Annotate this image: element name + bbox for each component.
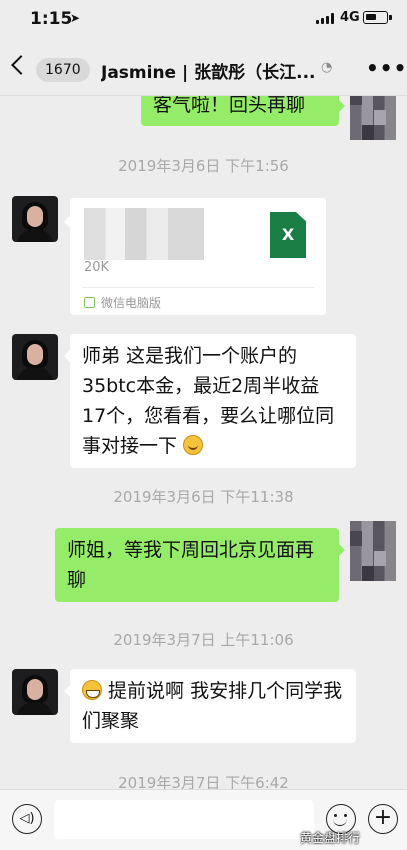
grin-emoji-icon	[82, 680, 102, 700]
network-type: 4G	[340, 10, 360, 25]
voice-input-button[interactable]: ◁)	[12, 804, 42, 834]
location-arrow-icon: ➤	[70, 11, 81, 25]
ear-icon: ◔	[321, 60, 333, 75]
contact-avatar[interactable]	[12, 669, 58, 715]
divider	[82, 287, 314, 288]
signal-icon	[316, 13, 336, 24]
message-bubble-outgoing[interactable]: 客气啦！回头再聊	[141, 96, 345, 126]
self-avatar[interactable]	[350, 521, 396, 581]
self-avatar[interactable]	[350, 96, 396, 140]
message-timestamp: 2019年3月6日 下午11:38	[113, 488, 294, 506]
chat-header: 1670 Jasmine | 张歆彤（长江... ◔ •••	[0, 38, 407, 96]
contact-avatar[interactable]	[12, 334, 58, 380]
chat-title: Jasmine | 张歆彤（长江...	[101, 63, 316, 83]
message-input[interactable]	[54, 800, 314, 839]
chat-area[interactable]: 客气啦！回头再聊 2019年3月6日 下午1:56 20K X 微信电脑版 师弟…	[0, 96, 407, 789]
file-size: 20K	[84, 260, 110, 275]
pc-icon	[84, 297, 95, 308]
message-timestamp: 2019年3月6日 下午1:56	[118, 157, 289, 175]
status-bar: 1:15 ➤ 4G	[0, 0, 407, 38]
watermark-text: 黄金盘排行	[300, 831, 361, 845]
file-message-card[interactable]: 20K X 微信电脑版	[64, 198, 326, 315]
status-time: 1:15	[30, 9, 73, 29]
message-timestamp: 2019年3月7日 上午11:06	[113, 631, 294, 649]
more-functions-button[interactable]: +	[368, 804, 398, 834]
message-text: 客气啦！回头再聊	[153, 96, 306, 116]
message-text: 师姐，等我下周回北京见面再聊	[67, 539, 315, 591]
smile-emoji-icon	[183, 435, 204, 455]
message-bubble-outgoing[interactable]: 师姐，等我下周回北京见面再聊	[55, 528, 345, 602]
contact-avatar[interactable]	[12, 196, 58, 242]
message-bubble-incoming[interactable]: 师弟 这是我们一个账户的35btc本金，最近2周半收益 17个，您看看，要么让哪…	[64, 334, 356, 468]
message-text: 师弟 这是我们一个账户的35btc本金，最近2周半收益 17个，您看看，要么让哪…	[82, 345, 335, 457]
file-name-blurred	[84, 208, 204, 260]
message-timestamp: 2019年3月7日 下午6:42	[118, 774, 289, 789]
back-chevron-icon[interactable]	[11, 55, 31, 75]
battery-icon	[363, 11, 392, 24]
more-options-icon[interactable]: •••	[366, 56, 407, 80]
excel-file-icon: X	[270, 212, 306, 258]
file-source: 微信电脑版	[101, 296, 162, 310]
unread-count-badge[interactable]: 1670	[36, 58, 90, 82]
message-text: 提前说啊 我安排几个同学我们聚聚	[82, 680, 343, 732]
message-bubble-incoming[interactable]: 提前说啊 我安排几个同学我们聚聚	[64, 669, 356, 743]
